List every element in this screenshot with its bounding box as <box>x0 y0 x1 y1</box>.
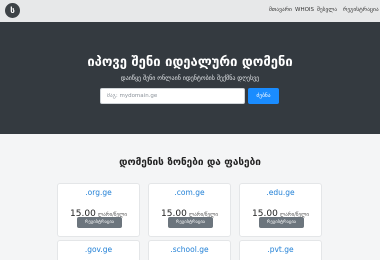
zone-card-org: .org.ge 15.00 ლარი/წელი რეგისტრაცია <box>57 183 140 237</box>
zone-name[interactable]: .com.ge <box>149 188 230 197</box>
hero-title: იპოვე შენი იდეალური დომენი <box>87 55 293 70</box>
logo-icon[interactable]: ს <box>5 3 20 18</box>
zone-name[interactable]: .gov.ge <box>58 245 139 254</box>
hero-subtitle: დაიწყე შენი ონლაინ იდენტობის შექმნა დღეს… <box>120 75 260 82</box>
register-button[interactable]: რეგისტრაცია <box>77 217 122 228</box>
zone-name[interactable]: .edu.ge <box>240 188 321 197</box>
zones-section-title: დომენის ზონები და ფასები <box>119 157 261 168</box>
nav-link-home[interactable]: მთავარი <box>269 7 292 13</box>
zone-card-gov: .gov.ge <box>57 240 140 260</box>
zone-card-edu: .edu.ge 15.00 ლარი/წელი რეგისტრაცია <box>239 183 322 237</box>
zone-name[interactable]: .org.ge <box>58 188 139 197</box>
register-button[interactable]: რეგისტრაცია <box>259 217 304 228</box>
nav-link-login[interactable]: შესვლა <box>317 7 337 13</box>
nav-link-whois[interactable]: WHOIS <box>295 7 314 13</box>
zone-card-pvt: .pvt.ge <box>239 240 322 260</box>
zone-name[interactable]: .pvt.ge <box>240 245 321 254</box>
navbar: ს მთავარი WHOIS შესვლა რეგისტრაცია <box>0 0 380 22</box>
search-button[interactable]: ძებნა <box>248 88 279 104</box>
nav-link-register[interactable]: რეგისტრაცია <box>343 7 379 13</box>
zone-name[interactable]: .school.ge <box>149 245 230 254</box>
zone-card-school: .school.ge <box>148 240 231 260</box>
register-button[interactable]: რეგისტრაცია <box>168 217 213 228</box>
hero-section: იპოვე შენი იდეალური დომენი დაიწყე შენი ო… <box>0 22 380 134</box>
domain-search-input[interactable] <box>100 88 245 104</box>
zone-card-com: .com.ge 15.00 ლარი/წელი რეგისტრაცია <box>148 183 231 237</box>
